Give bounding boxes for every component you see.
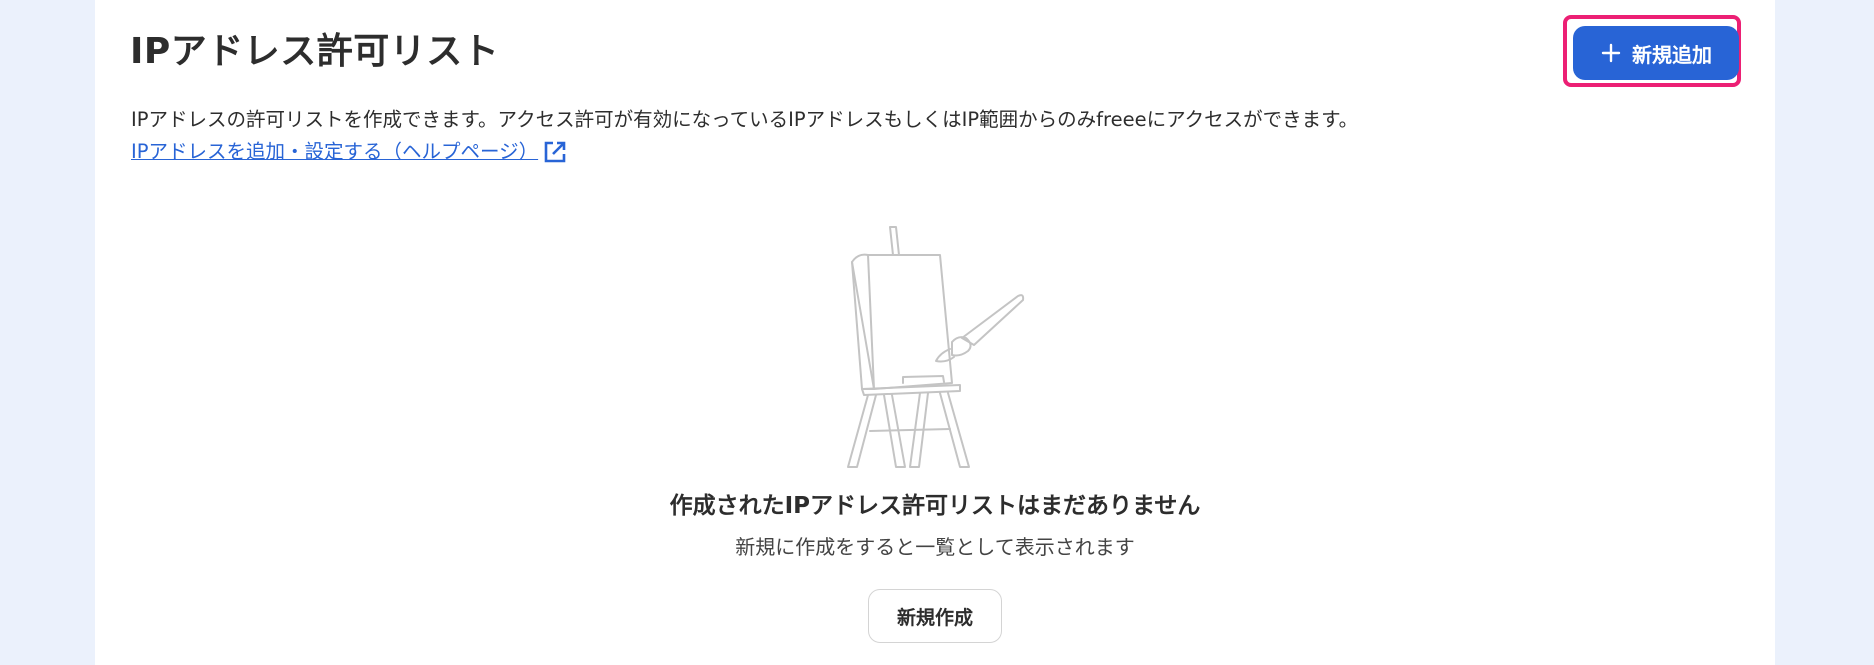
external-link-icon [544, 141, 566, 163]
help-page-link[interactable]: IPアドレスを追加・設定する（ヘルプページ） [131, 138, 568, 166]
empty-state-title: 作成されたIPアドレス許可リストはまだありません [669, 493, 1201, 519]
page-title: IPアドレス許可リスト [130, 31, 500, 72]
help-link-label: IPアドレスを追加・設定する（ヘルプページ） [131, 140, 539, 163]
create-new-button[interactable]: 新規作成 [868, 589, 1002, 643]
plus-icon [1601, 43, 1621, 63]
easel-illustration [847, 226, 1025, 468]
empty-state-subtitle: 新規に作成をすると一覧として表示されます [735, 535, 1135, 559]
main-panel: IPアドレス許可リスト 新規追加 IPアドレスの許可リストを作成できます。アクセ… [95, 0, 1775, 665]
add-new-button-label: 新規追加 [1632, 42, 1712, 67]
add-new-button[interactable]: 新規追加 [1573, 26, 1739, 80]
page-description: IPアドレスの許可リストを作成できます。アクセス許可が有効になっているIPアドレ… [131, 108, 1359, 131]
